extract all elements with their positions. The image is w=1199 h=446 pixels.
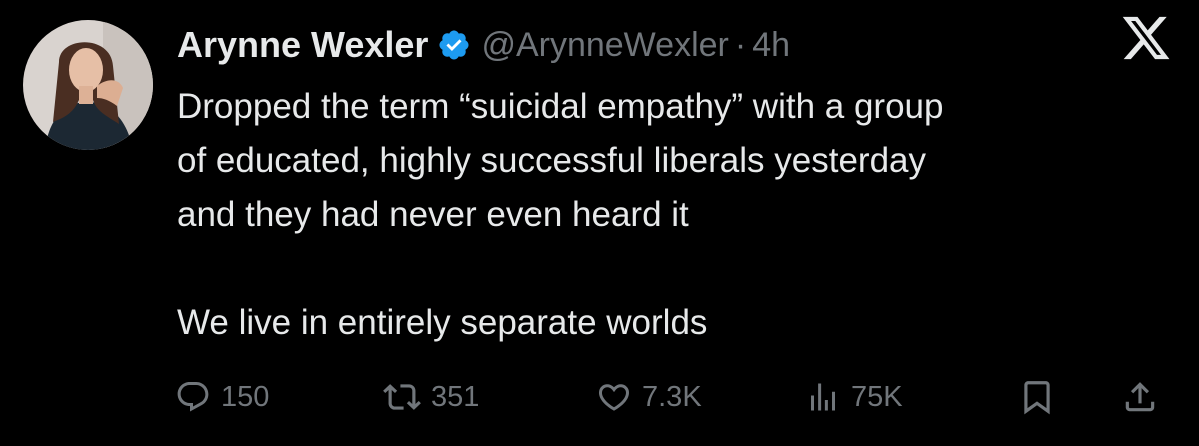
views-chart-icon [805,379,841,415]
author-name[interactable]: Arynne Wexler [177,24,428,66]
header-separator: · [734,25,747,64]
x-logo-icon [1120,12,1172,64]
tweet-header: Arynne Wexler @ArynneWexler · 4h [177,20,790,70]
views-button[interactable]: 75K [805,372,903,422]
verified-badge-icon [437,28,471,62]
bookmark-icon [1018,378,1056,416]
views-count: 75K [851,380,903,413]
reply-button[interactable]: 150 [175,372,269,422]
author-handle[interactable]: @ArynneWexler [481,26,728,65]
share-icon [1121,378,1159,416]
tweet-actions-bar: 150 351 7.3K 75K [175,372,1175,422]
tweet-text-line: Dropped the term “suicidal empathy” with… [177,87,944,126]
repost-icon [383,378,421,416]
reply-count: 150 [221,380,270,413]
tweet-text-line: and they had never even heard it [177,195,689,234]
repost-count: 351 [431,380,480,413]
reply-icon [175,379,211,415]
heart-icon [596,379,632,415]
repost-button[interactable]: 351 [383,372,479,422]
bookmark-button[interactable] [1018,372,1056,422]
like-button[interactable]: 7.3K [596,372,702,422]
tweet-timestamp[interactable]: 4h [752,26,790,65]
like-count: 7.3K [642,380,702,413]
tweet-body: Dropped the term “suicidal empathy” with… [177,80,1177,350]
share-button[interactable] [1121,372,1159,422]
tweet-text-line: We live in entirely separate worlds [177,303,708,342]
tweet-text-line: of educated, highly successful liberals … [177,141,927,180]
avatar[interactable] [23,20,153,150]
profile-photo-icon [23,20,153,150]
